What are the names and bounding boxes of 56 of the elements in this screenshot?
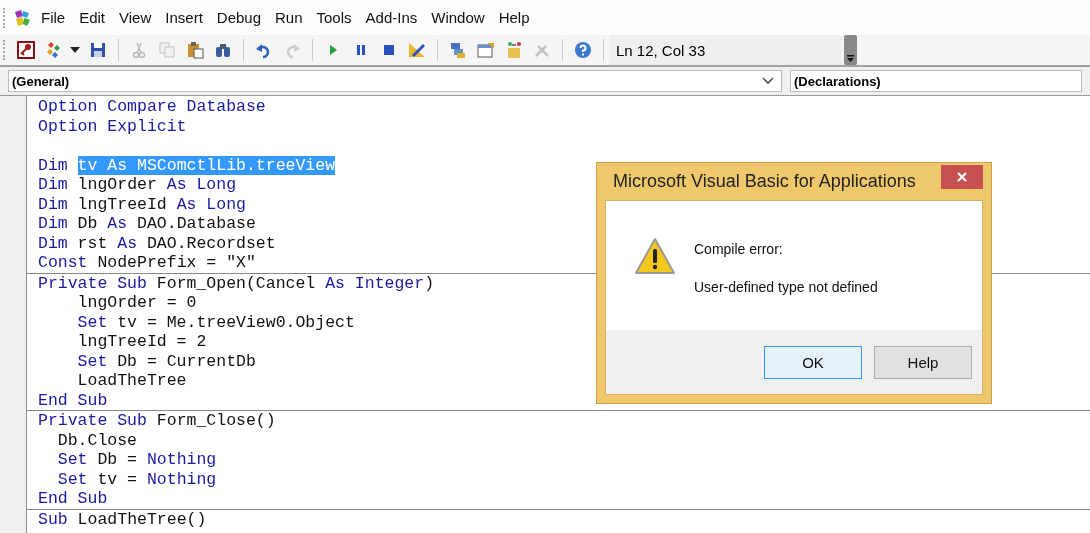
paste-icon[interactable]: [186, 41, 204, 59]
code-line: Dim Db As DAO.Database: [37, 214, 256, 234]
code-line: Dim tv As MSComctlLib.treeView: [37, 155, 336, 175]
code-line: Private Sub Form_Open(Cancel As Integer): [37, 273, 435, 293]
code-line: Dim rst As DAO.Recordset: [37, 233, 276, 253]
help-icon[interactable]: [574, 41, 592, 59]
close-button[interactable]: [941, 165, 983, 189]
error-heading: Compile error:: [694, 241, 784, 257]
dialog-button[interactable]: Help: [874, 345, 972, 379]
code-line: End Sub: [37, 390, 108, 410]
code-line: Set Db = Nothing: [56, 450, 217, 470]
properties-icon[interactable]: [477, 41, 495, 59]
code-line: End Sub: [37, 489, 108, 509]
procedure-dropdown[interactable]: (Declarations): [790, 70, 1082, 92]
error-message: User-defined type not defined: [694, 279, 878, 295]
cursor-position: Ln 12, Col 33: [610, 35, 842, 65]
code-line: Sub LoadTheTree(): [37, 509, 207, 529]
binoculars-icon[interactable]: [214, 41, 232, 59]
code-line: LoadTheTree: [76, 371, 187, 391]
menu-item[interactable]: Window: [431, 7, 485, 28]
object-browser-icon[interactable]: [505, 41, 523, 59]
warning-icon: [634, 237, 676, 275]
menu-item[interactable]: Insert: [165, 7, 203, 28]
code-line: Dim lngTreeId As Long: [37, 194, 246, 214]
code-line: Const NodePrefix = "X": [37, 253, 256, 273]
code-line: Private Sub Form_Close(): [37, 411, 276, 431]
menu-item[interactable]: Add-Ins: [365, 7, 418, 28]
code-line: Db.Close: [56, 430, 138, 450]
code-line: Dim lngOrder As Long: [37, 175, 237, 195]
key-icon[interactable]: [17, 41, 35, 59]
diamonds-icon[interactable]: [45, 41, 63, 59]
dialog-title: Microsoft Visual Basic for Applications: [613, 171, 916, 192]
chevron-icon[interactable]: [761, 76, 775, 86]
object-dropdown[interactable]: (General): [8, 70, 782, 92]
save-icon[interactable]: [89, 41, 107, 59]
code-line: lngTreeId = 2: [76, 332, 207, 352]
project-icon[interactable]: [449, 41, 467, 59]
ruler-pencil-icon[interactable]: [408, 41, 426, 59]
menu-item[interactable]: Tools: [316, 7, 352, 28]
code-line: lngOrder = 0: [76, 293, 197, 313]
toolbar-overflow-icon[interactable]: [844, 35, 857, 65]
dialog-button[interactable]: OK: [764, 345, 862, 379]
app-icon: [12, 7, 32, 28]
menu-item[interactable]: Debug: [216, 7, 261, 28]
code-line: Option Compare Database: [37, 97, 266, 117]
menu-item[interactable]: Help: [498, 7, 530, 28]
caret-icon[interactable]: [70, 47, 80, 53]
close-icon[interactable]: [956, 171, 968, 183]
menu-item[interactable]: View: [119, 7, 152, 28]
menu-item[interactable]: Run: [275, 7, 303, 28]
code-line: Set tv = Nothing: [56, 469, 217, 489]
code-line: Set Db = CurrentDb: [76, 351, 256, 371]
menu-item[interactable]: File: [41, 7, 66, 28]
code-line: Option Explicit: [37, 116, 187, 136]
menu-item[interactable]: Edit: [79, 7, 106, 28]
code-line: Set tv = Me.treeView0.Object: [76, 312, 355, 332]
